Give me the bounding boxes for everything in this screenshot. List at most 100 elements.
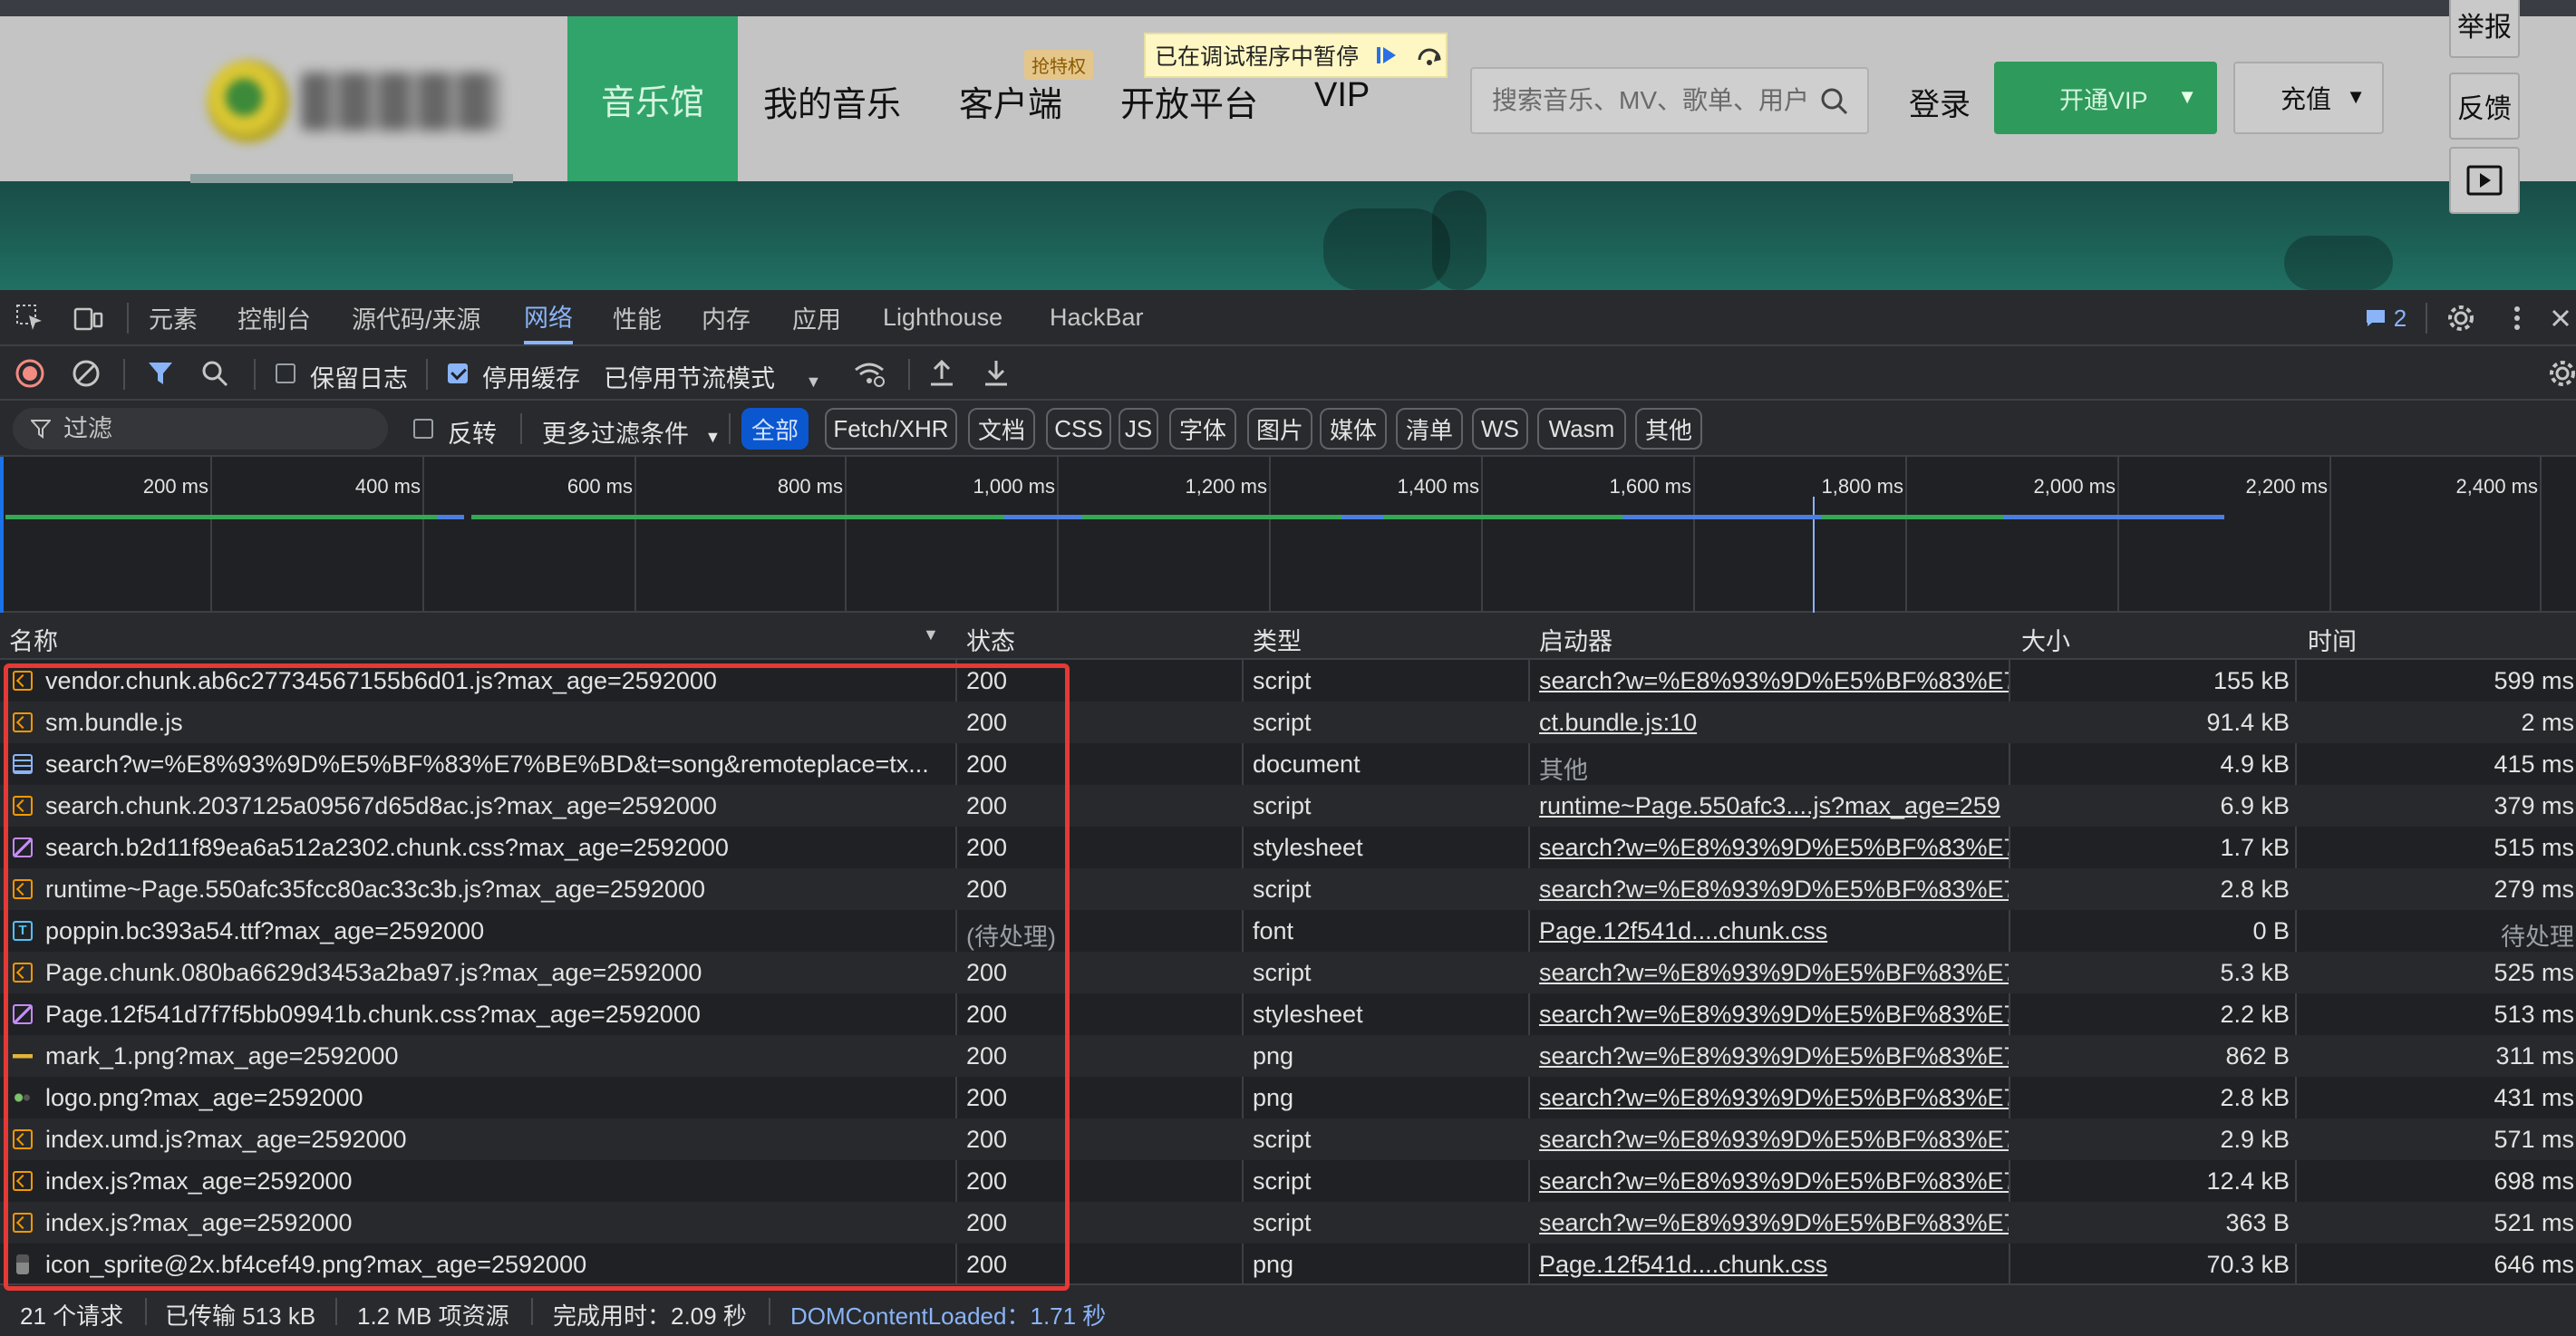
search-icon[interactable] bbox=[1820, 87, 1849, 116]
network-settings-gear-icon[interactable] bbox=[2545, 356, 2576, 391]
chip-css[interactable]: CSS bbox=[1046, 408, 1111, 450]
chip-all[interactable]: 全部 bbox=[741, 408, 809, 450]
request-initiator[interactable]: search?w=%E8%93%9D%E5%BF%83%E7 bbox=[1539, 1126, 2009, 1154]
request-name: index.js?max_age=2592000 bbox=[45, 1167, 353, 1195]
nav-music-hall[interactable]: 音乐馆 bbox=[567, 16, 738, 181]
filter-funnel-icon[interactable] bbox=[143, 356, 178, 391]
column-header-size[interactable]: 大小 bbox=[2021, 622, 2070, 657]
tab-application[interactable]: 应用 bbox=[792, 290, 841, 344]
network-conditions-icon[interactable] bbox=[852, 356, 886, 391]
step-over-icon[interactable] bbox=[1413, 37, 1446, 73]
search-icon[interactable] bbox=[198, 356, 232, 391]
chip-doc[interactable]: 文档 bbox=[968, 408, 1035, 450]
resume-execution-icon[interactable] bbox=[1370, 37, 1402, 73]
device-toolbar-icon[interactable] bbox=[71, 301, 105, 335]
request-initiator[interactable]: Page.12f541d....chunk.css bbox=[1539, 1251, 2009, 1279]
column-header-type[interactable]: 类型 bbox=[1253, 622, 1302, 657]
request-initiator[interactable]: search?w=%E8%93%9D%E5%BF%83%E7 bbox=[1539, 959, 2009, 987]
preserve-log-label[interactable]: 保留日志 bbox=[310, 359, 408, 394]
tab-performance[interactable]: 性能 bbox=[613, 290, 662, 344]
site-logo[interactable] bbox=[207, 54, 515, 145]
chip-manifest[interactable]: 清单 bbox=[1396, 408, 1463, 450]
inspect-element-icon[interactable] bbox=[13, 301, 47, 335]
request-initiator[interactable]: search?w=%E8%93%9D%E5%BF%83%E7 bbox=[1539, 834, 2009, 862]
tab-elements[interactable]: 元素 bbox=[149, 290, 198, 344]
chip-font[interactable]: 字体 bbox=[1169, 408, 1236, 450]
request-initiator[interactable]: ct.bundle.js:10 bbox=[1539, 709, 2009, 737]
request-initiator[interactable]: search?w=%E8%93%9D%E5%BF%83%E7 bbox=[1539, 1042, 2009, 1070]
table-row[interactable]: Page.chunk.080ba6629d3453a2ba97.js?max_a… bbox=[0, 952, 2576, 993]
request-initiator[interactable]: search?w=%E8%93%9D%E5%BF%83%E7 bbox=[1539, 1001, 2009, 1029]
column-header-initiator[interactable]: 启动器 bbox=[1539, 622, 1612, 657]
request-initiator[interactable]: search?w=%E8%93%9D%E5%BF%83%E7 bbox=[1539, 1167, 2009, 1196]
request-initiator[interactable]: search?w=%E8%93%9D%E5%BF%83%E7 bbox=[1539, 667, 2009, 695]
table-row[interactable]: search.b2d11f89ea6a512a2302.chunk.css?ma… bbox=[0, 827, 2576, 868]
chip-ws[interactable]: WS bbox=[1472, 408, 1528, 450]
table-row[interactable]: index.js?max_age=2592000 200 script search?… bbox=[0, 1160, 2576, 1202]
request-initiator[interactable]: search?w=%E8%93%9D%E5%BF%83%E7 bbox=[1539, 1209, 2009, 1237]
table-row[interactable]: vendor.chunk.ab6c27734567155b6d01.js?max… bbox=[0, 660, 2576, 702]
issues-counter[interactable]: 2 bbox=[2353, 301, 2418, 335]
chip-img[interactable]: 图片 bbox=[1247, 408, 1312, 450]
chip-js[interactable]: JS bbox=[1119, 408, 1158, 450]
nav-vip[interactable]: VIP bbox=[1314, 76, 1370, 115]
tab-sources[interactable]: 源代码/来源 bbox=[352, 290, 481, 344]
import-har-icon[interactable] bbox=[925, 356, 959, 391]
nav-open-platform[interactable]: 开放平台 bbox=[1120, 76, 1258, 126]
table-row[interactable]: index.js?max_age=2592000 200 script search?… bbox=[0, 1202, 2576, 1244]
nav-client[interactable]: 客户端 bbox=[959, 76, 1062, 126]
table-row[interactable]: Tpoppin.bc393a54.ttf?max_age=2592000 (待处理… bbox=[0, 910, 2576, 952]
filter-input[interactable] bbox=[63, 413, 372, 444]
table-row[interactable]: logo.png?max_age=2592000 200 png search?w=%… bbox=[0, 1077, 2576, 1118]
overview-tick: 2,400 ms bbox=[2455, 475, 2539, 498]
tab-network[interactable]: 网络 bbox=[524, 290, 573, 344]
table-row[interactable]: mark_1.png?max_age=2592000 200 png search?w… bbox=[0, 1035, 2576, 1077]
open-vip-button[interactable]: 开通VIP ▼ bbox=[1994, 62, 2217, 134]
request-initiator[interactable]: search?w=%E8%93%9D%E5%BF%83%E7 bbox=[1539, 1084, 2009, 1112]
request-initiator[interactable]: runtime~Page.550afc3....js?max_age=259 bbox=[1539, 792, 2009, 820]
network-overview[interactable]: 200 ms 400 ms 600 ms 800 ms 1,000 ms 1,2… bbox=[0, 457, 2576, 613]
chip-fetch-xhr[interactable]: Fetch/XHR bbox=[825, 408, 957, 450]
export-har-icon[interactable] bbox=[979, 356, 1013, 391]
table-row[interactable]: sm.bundle.js 200 script ct.bundle.js:10 91.4… bbox=[0, 702, 2576, 743]
clear-icon[interactable] bbox=[69, 356, 103, 391]
report-button[interactable]: 举报 bbox=[2449, 0, 2520, 58]
nav-my-music[interactable]: 我的音乐 bbox=[763, 76, 901, 126]
request-initiator[interactable]: search?w=%E8%93%9D%E5%BF%83%E7 bbox=[1539, 876, 2009, 904]
table-row[interactable]: icon_sprite@2x.bf4cef49.png?max_age=2592… bbox=[0, 1244, 2576, 1283]
tab-hackbar[interactable]: HackBar bbox=[1050, 290, 1144, 344]
feedback-button[interactable]: 反馈 bbox=[2449, 73, 2520, 140]
throttling-select[interactable]: 已停用节流模式 ▼ bbox=[604, 359, 821, 394]
table-row[interactable]: Page.12f541d7f7f5bb09941b.chunk.css?max_… bbox=[0, 993, 2576, 1035]
disable-cache-label[interactable]: 停用缓存 bbox=[482, 359, 580, 394]
tab-lighthouse[interactable]: Lighthouse bbox=[883, 290, 1002, 344]
table-row[interactable]: index.umd.js?max_age=2592000 200 script sea… bbox=[0, 1118, 2576, 1160]
invert-checkbox[interactable] bbox=[413, 419, 433, 439]
column-header-time[interactable]: 时间 bbox=[2308, 622, 2357, 657]
overview-waterfall-bar bbox=[5, 515, 437, 519]
tab-console[interactable]: 控制台 bbox=[237, 290, 311, 344]
disable-cache-checkbox[interactable] bbox=[448, 363, 468, 383]
chip-wasm[interactable]: Wasm bbox=[1537, 408, 1626, 450]
column-header-name[interactable]: 名称 bbox=[9, 622, 58, 657]
column-header-status[interactable]: 状态 bbox=[966, 622, 1015, 657]
request-initiator[interactable]: Page.12f541d....chunk.css bbox=[1539, 917, 2009, 945]
table-row[interactable]: search.chunk.2037125a09567d65d8ac.js?max… bbox=[0, 785, 2576, 827]
preserve-log-checkbox[interactable] bbox=[276, 363, 295, 383]
chip-other[interactable]: 其他 bbox=[1635, 408, 1702, 450]
invert-label[interactable]: 反转 bbox=[448, 414, 497, 450]
close-devtools-icon[interactable] bbox=[2547, 301, 2574, 335]
settings-gear-icon[interactable] bbox=[2444, 301, 2478, 335]
more-filters-dropdown[interactable]: 更多过滤条件 ▼ bbox=[542, 414, 721, 450]
recharge-button[interactable]: 充值 ▼ bbox=[2233, 62, 2384, 134]
video-player-button[interactable] bbox=[2449, 147, 2520, 214]
chip-media[interactable]: 媒体 bbox=[1320, 408, 1387, 450]
tab-memory[interactable]: 内存 bbox=[702, 290, 751, 344]
site-search-input[interactable] bbox=[1492, 80, 1818, 121]
sort-descending-icon[interactable]: ▼ bbox=[923, 625, 939, 644]
table-row[interactable]: runtime~Page.550afc35fcc80ac33c3b.js?max… bbox=[0, 868, 2576, 910]
more-options-icon[interactable] bbox=[2500, 301, 2534, 335]
stop-recording-icon[interactable] bbox=[13, 356, 47, 391]
table-row[interactable]: search?w=%E8%93%9D%E5%BF%83%E7%BE%BD&t=s… bbox=[0, 743, 2576, 785]
login-link[interactable]: 登录 bbox=[1909, 80, 1971, 124]
